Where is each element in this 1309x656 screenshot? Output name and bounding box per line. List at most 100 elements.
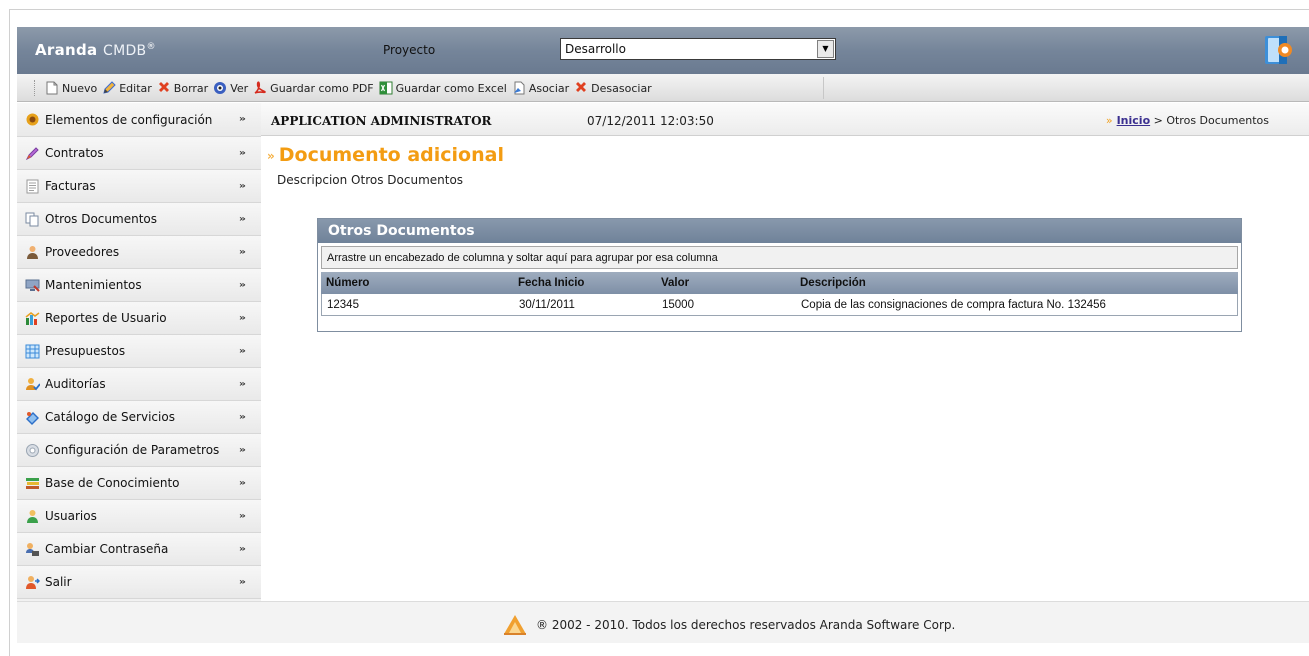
- toolbar-grip[interactable]: [34, 80, 37, 96]
- delete-x-icon: [158, 82, 169, 92]
- chevron-down-icon[interactable]: »: [239, 113, 246, 123]
- logo-reg-mark: ®: [146, 42, 156, 52]
- chevron-down-icon[interactable]: »: [239, 510, 246, 520]
- sidebar-item-service-catalog[interactable]: Catálogo de Servicios »: [17, 401, 261, 434]
- sidebar-item-audits[interactable]: Auditorías »: [17, 368, 261, 401]
- chevron-down-icon[interactable]: »: [239, 147, 246, 157]
- sidebar-item-other-documents[interactable]: Otros Documentos »: [17, 203, 261, 236]
- chevron-down-icon[interactable]: »: [239, 312, 246, 322]
- cell-number: 12345: [327, 298, 359, 311]
- cmdb-cube-icon: [1265, 36, 1292, 64]
- service-catalog-icon: [26, 411, 39, 425]
- grid-title: Otros Documentos: [318, 219, 1241, 243]
- chevron-down-icon[interactable]: »: [239, 543, 246, 553]
- table-row[interactable]: 12345 30/11/2011 15000 Copia de las cons…: [321, 294, 1238, 316]
- sidebar-item-change-password[interactable]: Cambiar Contraseña »: [17, 533, 261, 566]
- save-excel-button-label: Guardar como Excel: [395, 81, 507, 95]
- chevron-down-icon[interactable]: »: [239, 411, 246, 421]
- dissociate-button[interactable]: Desasociar: [574, 81, 652, 95]
- pdf-icon: [254, 81, 266, 94]
- sidebar-item-providers[interactable]: Proveedores »: [17, 236, 261, 269]
- sidebar-item-label: Salir: [45, 575, 72, 589]
- eye-icon: [214, 82, 227, 94]
- logo-brand: Aranda: [35, 41, 98, 59]
- sidebar-item-label: Configuración de Parametros: [45, 443, 220, 457]
- sidebar-item-users[interactable]: Usuarios »: [17, 500, 261, 533]
- sidebar-item-budgets[interactable]: Presupuestos »: [17, 335, 261, 368]
- chevron-down-icon[interactable]: »: [239, 279, 246, 289]
- save-pdf-button[interactable]: Guardar como PDF: [253, 81, 374, 95]
- column-header-value[interactable]: Valor: [661, 277, 800, 289]
- provider-icon: [27, 245, 38, 259]
- aranda-logo-icon: [504, 615, 526, 635]
- page-title-text: Documento adicional: [278, 144, 504, 166]
- chevron-down-icon[interactable]: »: [239, 246, 246, 256]
- reports-icon: [25, 311, 40, 325]
- delete-button[interactable]: Borrar: [157, 81, 208, 95]
- sidebar-item-label: Base de Conocimiento: [45, 476, 180, 490]
- info-bar: APPLICATION ADMINISTRATOR 07/12/2011 12:…: [261, 103, 1309, 136]
- user-name: APPLICATION ADMINISTRATOR: [271, 114, 492, 128]
- sidebar-item-knowledge-base[interactable]: Base de Conocimiento »: [17, 467, 261, 500]
- save-pdf-button-label: Guardar como PDF: [270, 81, 374, 95]
- chevron-down-icon[interactable]: »: [239, 345, 246, 355]
- dissociate-x-icon: [576, 82, 587, 92]
- column-header-description[interactable]: Descripción: [800, 277, 1238, 289]
- invoice-icon: [26, 179, 39, 193]
- view-button-label: Ver: [230, 81, 249, 95]
- save-excel-button[interactable]: Guardar como Excel: [379, 81, 507, 95]
- chevron-down-icon[interactable]: »: [239, 444, 246, 454]
- sidebar-item-invoices[interactable]: Facturas »: [17, 170, 261, 203]
- breadcrumb: » Inicio > Otros Documentos: [1106, 114, 1269, 127]
- chevron-down-icon[interactable]: »: [239, 213, 246, 223]
- sidebar-item-maintenance[interactable]: Mantenimientos »: [17, 269, 261, 302]
- sidebar-item-label: Otros Documentos: [45, 212, 157, 226]
- change-password-icon: [26, 542, 39, 556]
- breadcrumb-current: > Otros Documentos: [1150, 114, 1269, 127]
- view-button[interactable]: Ver: [213, 81, 248, 95]
- page-title: » Documento adicional: [267, 144, 504, 166]
- dropdown-arrow-icon[interactable]: ▼: [817, 40, 834, 58]
- cell-start-date: 30/11/2011: [519, 298, 575, 311]
- breadcrumb-home-link[interactable]: Inicio: [1117, 114, 1151, 127]
- associate-button[interactable]: Asociar: [512, 81, 569, 95]
- sidebar-item-label: Proveedores: [45, 245, 120, 259]
- footer-text: ® 2002 - 2010. Todos los derechos reserv…: [536, 618, 956, 632]
- dissociate-button-label: Desasociar: [591, 81, 652, 95]
- cell-value: 15000: [662, 298, 694, 311]
- sidebar-item-contracts[interactable]: Contratos »: [17, 137, 261, 170]
- sidebar-item-label: Cambiar Contraseña: [45, 542, 169, 556]
- column-header-start-date[interactable]: Fecha Inicio: [518, 277, 661, 289]
- sidebar-item-exit[interactable]: Salir »: [17, 566, 261, 599]
- sidebar-item-user-reports[interactable]: Reportes de Usuario »: [17, 302, 261, 335]
- contract-pen-icon: [25, 146, 39, 160]
- chevron-down-icon[interactable]: »: [239, 576, 246, 586]
- sidebar-item-label: Catálogo de Servicios: [45, 410, 175, 424]
- footer-copyright: ® 2002 - 2010. Todos los derechos reserv…: [502, 614, 955, 636]
- toolbar-buttons: Nuevo Editar Borrar Ver Guardar como PDF…: [34, 77, 824, 99]
- budget-icon: [25, 344, 40, 358]
- edit-button[interactable]: Editar: [102, 81, 152, 95]
- sidebar-item-config-elements[interactable]: Elementos de configuración »: [17, 103, 261, 137]
- column-header-number[interactable]: Número: [321, 277, 518, 289]
- maintenance-icon: [25, 279, 40, 292]
- new-document-icon: [46, 81, 58, 95]
- documents-grid: Otros Documentos Arrastre un encabezado …: [317, 218, 1242, 332]
- project-select[interactable]: Desarrollo ▼: [560, 38, 836, 60]
- chevron-down-icon[interactable]: »: [239, 378, 246, 388]
- footer: ® 2002 - 2010. Todos los derechos reserv…: [17, 601, 1309, 643]
- page-subtitle: Descripcion Otros Documentos: [277, 173, 464, 187]
- chevron-down-icon[interactable]: »: [239, 477, 246, 487]
- new-button[interactable]: Nuevo: [45, 81, 97, 95]
- breadcrumb-marker-icon: »: [1105, 114, 1113, 127]
- sidebar-item-parameter-config[interactable]: Configuración de Parametros »: [17, 434, 261, 467]
- sidebar-item-label: Elementos de configuración: [45, 112, 213, 127]
- sidebar: Elementos de configuración » Contratos »…: [17, 103, 261, 601]
- sidebar-item-label: Auditorías: [45, 377, 106, 391]
- project-label: Proyecto: [383, 43, 436, 57]
- sidebar-item-label: Presupuestos: [45, 344, 126, 358]
- audit-icon: [26, 377, 40, 390]
- sidebar-item-label: Contratos: [45, 146, 104, 160]
- group-by-panel[interactable]: Arrastre un encabezado de columna y solt…: [321, 246, 1238, 269]
- chevron-down-icon[interactable]: »: [239, 180, 246, 190]
